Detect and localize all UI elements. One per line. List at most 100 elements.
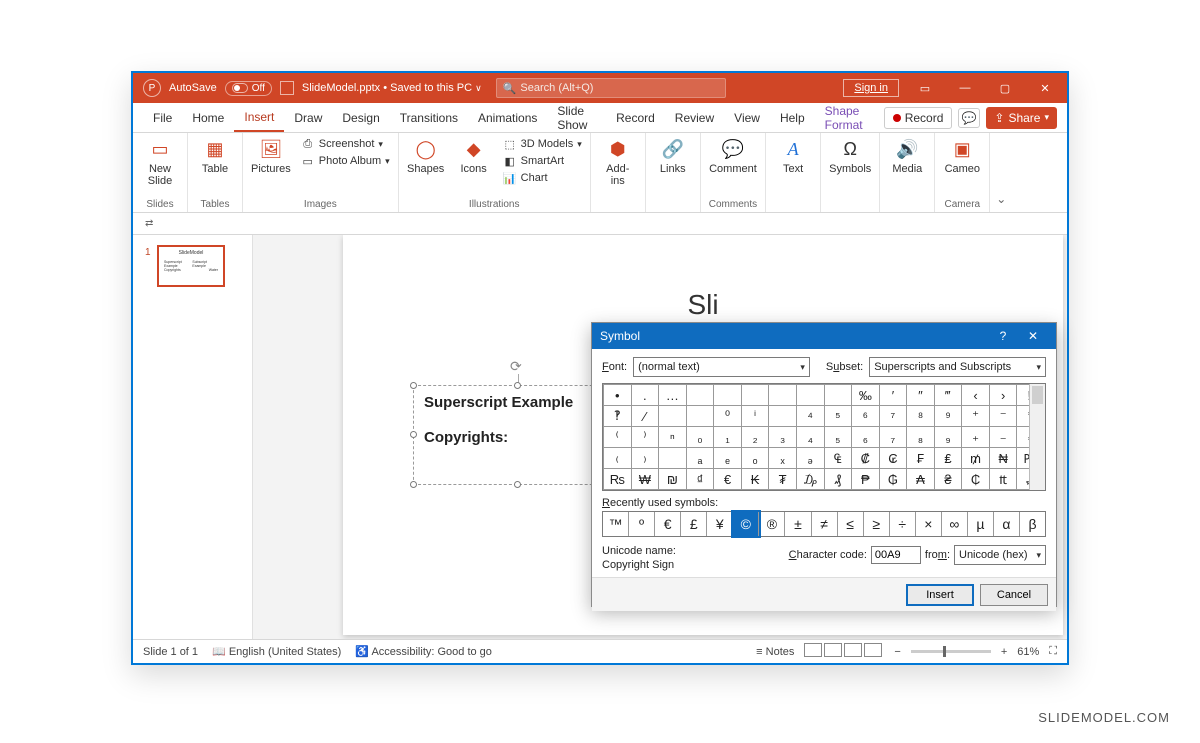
symbol-cell[interactable]: ₑ: [714, 448, 742, 469]
rotate-handle-icon[interactable]: ⟳: [510, 358, 526, 374]
recent-symbol-cell[interactable]: ™: [603, 512, 629, 536]
symbol-cell[interactable]: .: [631, 385, 659, 406]
symbols-button[interactable]: ΩSymbols: [829, 137, 871, 175]
tab-transitions[interactable]: Transitions: [390, 105, 468, 131]
symbol-cell[interactable]: ⁵: [824, 406, 852, 427]
symbol-cell[interactable]: ⁶: [852, 406, 880, 427]
slide-thumbnails-pane[interactable]: 1 SlideModel Superscript ExampleSubscrip…: [133, 235, 253, 639]
tab-home[interactable]: Home: [182, 105, 234, 131]
close-button[interactable]: ✕: [1025, 73, 1065, 103]
symbol-cell[interactable]: ‽: [604, 406, 632, 427]
cameo-button[interactable]: ▣Cameo: [943, 137, 981, 175]
signin-button[interactable]: Sign in: [843, 79, 899, 97]
symbol-cell[interactable]: [659, 448, 687, 469]
media-button[interactable]: 🔊Media: [888, 137, 926, 175]
new-slide-button[interactable]: ▭New Slide: [141, 137, 179, 187]
symbol-cell[interactable]: ₵: [962, 469, 990, 490]
symbol-cell[interactable]: ⁴: [796, 406, 824, 427]
symbol-cell[interactable]: ₲: [879, 469, 907, 490]
tab-review[interactable]: Review: [665, 105, 724, 131]
save-icon[interactable]: [280, 81, 294, 95]
symbol-cell[interactable]: ₐ: [686, 448, 714, 469]
recent-symbol-cell[interactable]: α: [994, 512, 1020, 536]
symbol-cell[interactable]: ₪: [659, 469, 687, 490]
recent-symbol-cell[interactable]: ©: [733, 512, 759, 536]
symbol-cell[interactable]: ‴: [934, 385, 962, 406]
recent-symbol-cell[interactable]: ¥: [707, 512, 733, 536]
symbol-cell[interactable]: ⁰: [714, 406, 742, 427]
resize-handle[interactable]: [514, 382, 521, 389]
symbol-cell[interactable]: •: [604, 385, 632, 406]
tab-view[interactable]: View: [724, 105, 770, 131]
maximize-button[interactable]: ▢: [985, 73, 1025, 103]
symbol-cell[interactable]: [741, 385, 769, 406]
links-button[interactable]: 🔗Links: [654, 137, 692, 175]
recent-symbol-cell[interactable]: ≥: [864, 512, 890, 536]
symbol-cell[interactable]: ⁸: [907, 406, 935, 427]
recent-symbol-cell[interactable]: ≠: [812, 512, 838, 536]
symbol-cell[interactable]: ₭: [741, 469, 769, 490]
chart-button[interactable]: 📊Chart: [503, 171, 548, 185]
tab-design[interactable]: Design: [332, 105, 389, 131]
symbol-cell[interactable]: ⁻: [989, 406, 1017, 427]
screenshot-button[interactable]: ⎙Screenshot ▾: [301, 137, 383, 151]
symbol-cell[interactable]: ₶: [989, 469, 1017, 490]
font-combo[interactable]: (normal text)▾: [633, 357, 810, 377]
resize-handle[interactable]: [410, 382, 417, 389]
symbol-cell[interactable]: ⁹: [934, 406, 962, 427]
symbol-cell[interactable]: ⁱ: [741, 406, 769, 427]
ribbon-display-icon[interactable]: ▭: [905, 73, 945, 103]
dialog-help-button[interactable]: ?: [988, 323, 1018, 349]
from-combo[interactable]: Unicode (hex)▾: [954, 545, 1046, 565]
symbol-cell[interactable]: ₊: [962, 427, 990, 448]
symbol-cell[interactable]: ₒ: [741, 448, 769, 469]
symbol-cell[interactable]: [769, 385, 797, 406]
smartart-button[interactable]: ◧SmartArt: [503, 154, 564, 168]
symbol-cell[interactable]: ⁾: [631, 427, 659, 448]
view-buttons[interactable]: [804, 643, 884, 660]
recent-symbol-cell[interactable]: β: [1020, 512, 1045, 536]
symbol-cell[interactable]: ′: [879, 385, 907, 406]
symbol-cell[interactable]: ₫: [686, 469, 714, 490]
symbol-cell[interactable]: ‹: [962, 385, 990, 406]
comment-button[interactable]: 💬Comment: [709, 137, 757, 175]
symbol-cell[interactable]: ₥: [962, 448, 990, 469]
dialog-titlebar[interactable]: Symbol ? ✕: [592, 323, 1056, 349]
fit-to-window-button[interactable]: ⛶: [1049, 645, 1057, 658]
recent-symbol-cell[interactable]: ∞: [942, 512, 968, 536]
symbol-cell[interactable]: ₁: [714, 427, 742, 448]
symbol-cell[interactable]: ₀: [686, 427, 714, 448]
symbol-cell[interactable]: ₅: [824, 427, 852, 448]
tab-record[interactable]: Record: [606, 105, 665, 131]
symbol-cell[interactable]: ›: [989, 385, 1017, 406]
symbol-cell[interactable]: ‰: [852, 385, 880, 406]
symbol-cell[interactable]: ⁄: [631, 406, 659, 427]
resize-handle[interactable]: [410, 431, 417, 438]
char-code-input[interactable]: [871, 546, 921, 564]
symbol-cell[interactable]: ₎: [631, 448, 659, 469]
collapse-ribbon-button[interactable]: ⌄: [990, 133, 1012, 212]
tab-shape-format[interactable]: Shape Format: [815, 98, 884, 138]
photo-album-button[interactable]: ▭Photo Album ▾: [301, 154, 390, 168]
cancel-button[interactable]: Cancel: [980, 584, 1048, 606]
symbol-cell[interactable]: ₡: [852, 448, 880, 469]
symbol-cell[interactable]: ⁷: [879, 406, 907, 427]
symbol-cell[interactable]: ₓ: [769, 448, 797, 469]
symbol-cell[interactable]: ₤: [934, 448, 962, 469]
symbol-cell[interactable]: ₢: [879, 448, 907, 469]
tab-file[interactable]: File: [143, 105, 182, 131]
autosave-toggle[interactable]: Off: [225, 81, 272, 96]
symbol-cell[interactable]: ₔ: [796, 448, 824, 469]
symbol-cell[interactable]: ⁿ: [659, 427, 687, 448]
symbol-cell[interactable]: €: [714, 469, 742, 490]
recent-symbol-cell[interactable]: ÷: [890, 512, 916, 536]
symbol-cell[interactable]: ₰: [824, 469, 852, 490]
share-button[interactable]: ⇪Share▾: [986, 107, 1057, 129]
tab-draw[interactable]: Draw: [284, 105, 332, 131]
tab-help[interactable]: Help: [770, 105, 815, 131]
symbol-cell[interactable]: [769, 406, 797, 427]
symbol-cell[interactable]: ₩: [631, 469, 659, 490]
resize-handle[interactable]: [410, 481, 417, 488]
pictures-button[interactable]: 🖼Pictures: [251, 137, 291, 175]
symbol-cell[interactable]: ₦: [989, 448, 1017, 469]
